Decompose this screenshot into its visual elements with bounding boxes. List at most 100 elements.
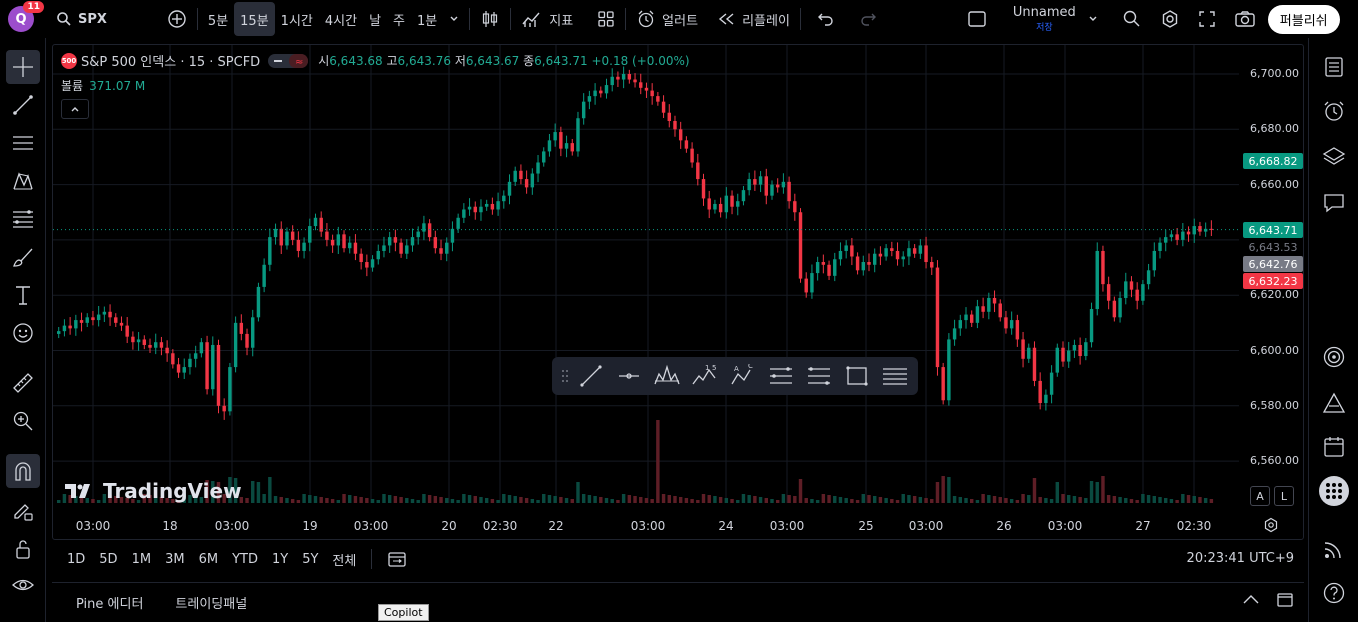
stay-drawing-tool[interactable]: [6, 494, 40, 528]
range-1d[interactable]: 1D: [60, 552, 92, 567]
chart-type-button[interactable]: [474, 2, 506, 36]
range-1m[interactable]: 1M: [125, 552, 159, 567]
quick-search-button[interactable]: [1116, 2, 1148, 36]
maximize-panel-button[interactable]: [1276, 592, 1294, 608]
range-ytd[interactable]: YTD: [225, 552, 265, 567]
fav-head-shoulders-button[interactable]: [648, 361, 686, 391]
products-button[interactable]: [1317, 474, 1351, 508]
time-axis[interactable]: 03:00 18 03:00 19 03:00 20 02:30 22 03:00 24 03:00…: [53, 515, 1239, 539]
interval-dropdown[interactable]: [443, 2, 465, 36]
stream-button[interactable]: [1317, 386, 1351, 420]
fav-horizontal-ray-button[interactable]: [610, 361, 648, 391]
layout-checkbox[interactable]: [961, 2, 993, 36]
axis-settings-button[interactable]: [1263, 517, 1279, 533]
lines-tool[interactable]: [6, 126, 40, 160]
trendline-icon: [580, 365, 602, 387]
expand-panel-button[interactable]: [1242, 593, 1260, 605]
drag-handle[interactable]: [558, 361, 572, 391]
measure-tool[interactable]: [6, 366, 40, 400]
divider: [799, 8, 801, 30]
fav-parallel-channel-button[interactable]: [876, 361, 914, 391]
undo-button[interactable]: [811, 2, 841, 36]
symbol-title[interactable]: S&P 500 인덱스 · 15 · SPCFD: [81, 51, 260, 70]
fav-rectangle-button[interactable]: [838, 361, 876, 391]
fibonacci-tool[interactable]: [6, 202, 40, 236]
candle: [1049, 372, 1054, 395]
log-scale-button[interactable]: L: [1274, 486, 1294, 506]
watchlist-button[interactable]: [1317, 50, 1351, 84]
chats-button[interactable]: [1317, 186, 1351, 220]
lock-drawings-tool[interactable]: [6, 532, 40, 566]
snapshot-button[interactable]: [1228, 2, 1262, 36]
fav-fib-button[interactable]: [762, 361, 800, 391]
volume-bar: [1118, 497, 1122, 503]
volume-bar: [770, 499, 774, 503]
candle: [1175, 234, 1179, 240]
indicators-button[interactable]: 지표: [515, 2, 579, 36]
interval-4h[interactable]: 4시간: [319, 2, 363, 36]
layout-dropdown[interactable]: [1082, 2, 1104, 36]
volume-bar: [912, 496, 917, 503]
range-6m[interactable]: 6M: [192, 552, 226, 567]
interval-5m[interactable]: 5분: [202, 2, 234, 36]
ideas-button[interactable]: [1317, 340, 1351, 374]
candle: [530, 173, 535, 188]
range-5y[interactable]: 5Y: [295, 552, 325, 567]
range-all[interactable]: 전체: [325, 550, 363, 569]
text-tool[interactable]: [6, 278, 40, 312]
hide-drawings-tool[interactable]: [6, 568, 40, 602]
candle: [313, 217, 318, 227]
calendar-button[interactable]: [1317, 430, 1351, 464]
interval-15m[interactable]: 15분: [234, 2, 275, 36]
collapse-legend-button[interactable]: [61, 99, 89, 119]
layout-name-button[interactable]: Unnamed 저장: [1007, 2, 1082, 36]
interval-1h[interactable]: 1시간: [275, 2, 319, 36]
symbol-search-button[interactable]: SPX: [50, 2, 113, 36]
fullscreen-button[interactable]: [1192, 2, 1222, 36]
volume-bar: [1038, 497, 1042, 503]
alerts-button[interactable]: [1317, 94, 1351, 128]
chart-pane[interactable]: 500 S&P 500 인덱스 · 15 · SPCFD ≈ 시6,643.68…: [52, 44, 1304, 540]
fav-trendline-button[interactable]: [572, 361, 610, 391]
candle: [775, 184, 780, 188]
price-chart[interactable]: [53, 45, 1239, 515]
volume-bar: [325, 498, 329, 503]
legend-toggle-icon[interactable]: ≈: [268, 53, 309, 69]
tab-pine-editor[interactable]: Pine 에디터: [60, 593, 159, 612]
fav-fib-extension-button[interactable]: [800, 361, 838, 391]
interval-day[interactable]: 날: [363, 2, 387, 36]
tab-trading-panel[interactable]: 트레이딩패널: [159, 593, 263, 612]
range-3m[interactable]: 3M: [158, 552, 192, 567]
range-5d[interactable]: 5D: [92, 552, 124, 567]
object-tree-button[interactable]: [1317, 140, 1351, 174]
redo-button[interactable]: [853, 2, 883, 36]
candle: [753, 179, 757, 185]
interval-1m[interactable]: 1분: [411, 2, 443, 36]
compare-symbol-button[interactable]: [161, 2, 193, 36]
goto-date-button[interactable]: [380, 550, 414, 568]
alert-button[interactable]: 얼러트: [630, 2, 704, 36]
magnet-tool[interactable]: [6, 454, 40, 488]
price-axis[interactable]: 6,700.00 6,680.00 6,660.00 6,620.00 6,600.00…: [1239, 45, 1303, 515]
rectangle-icon: [846, 366, 868, 386]
pattern-tool[interactable]: [6, 164, 40, 198]
replay-button[interactable]: 리플레이: [712, 2, 796, 36]
layouts-button[interactable]: [591, 2, 621, 36]
trendline-tool[interactable]: [6, 88, 40, 122]
auto-scale-button[interactable]: A: [1250, 486, 1270, 506]
help-button[interactable]: [1317, 576, 1351, 610]
settings-button[interactable]: [1154, 2, 1186, 36]
interval-week[interactable]: 주: [387, 2, 411, 36]
fav-elliott-wave-button[interactable]: 15: [686, 361, 724, 391]
fav-abcd-button[interactable]: AC: [724, 361, 762, 391]
signals-button[interactable]: [1317, 532, 1351, 566]
brush-tool[interactable]: [6, 240, 40, 274]
publish-button[interactable]: 퍼블리쉬: [1267, 4, 1340, 34]
timezone-clock[interactable]: 20:23:41 UTC+9: [1187, 551, 1294, 566]
emoji-tool[interactable]: [6, 316, 40, 350]
user-avatar[interactable]: Q 11: [8, 1, 44, 32]
candle: [758, 176, 763, 185]
crosshair-tool[interactable]: [6, 50, 40, 84]
zoom-tool[interactable]: [6, 404, 40, 438]
range-1y[interactable]: 1Y: [265, 552, 295, 567]
